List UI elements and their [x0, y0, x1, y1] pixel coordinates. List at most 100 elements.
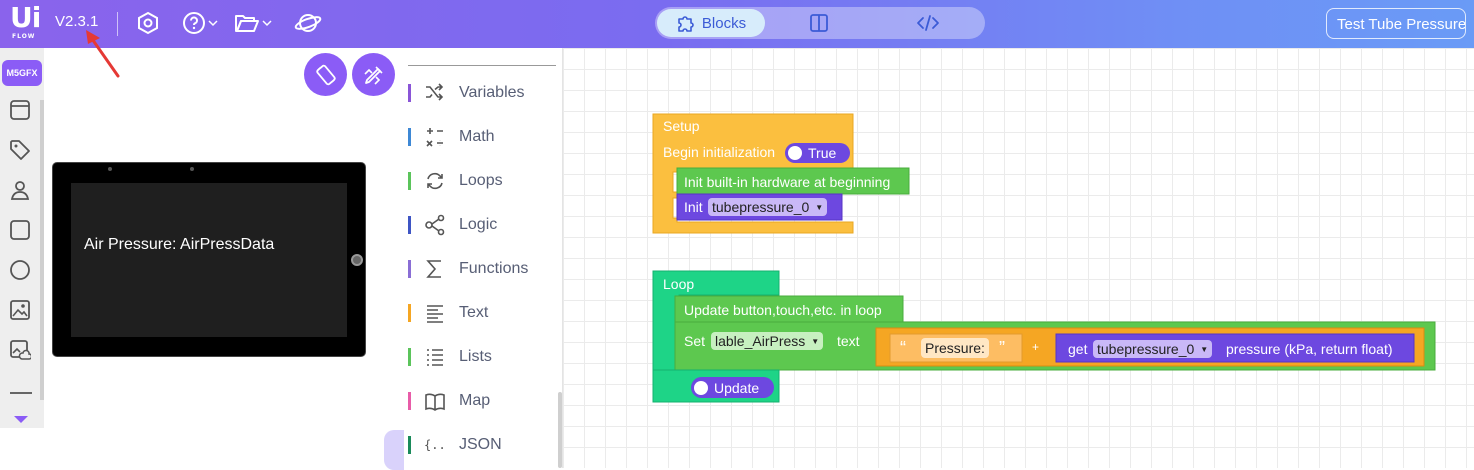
scroll-down-arrow-icon[interactable] — [14, 416, 28, 423]
init-hardware-label: Init built-in hardware at beginning — [684, 174, 891, 190]
category-color-bar — [408, 436, 411, 454]
list-icon — [423, 345, 447, 369]
category-variables[interactable]: Variables — [408, 78, 558, 108]
category-functions[interactable]: Functions — [408, 254, 558, 284]
category-text[interactable]: Text — [408, 298, 558, 328]
set-target-dropdown[interactable]: lable_AirPress ▼ — [711, 332, 824, 350]
toolbar-divider — [117, 12, 118, 36]
dropdown-caret-icon: ▼ — [815, 202, 824, 212]
category-label: Variables — [459, 84, 525, 101]
update-inputs-label: Update button,touch,etc. in loop — [684, 302, 882, 318]
category-color-bar — [408, 172, 411, 190]
category-loops[interactable]: Loops — [408, 166, 558, 196]
begin-init-toggle[interactable]: True — [785, 143, 850, 163]
air-pressure-label[interactable]: Air Pressure: AirPressData — [84, 236, 274, 254]
circle-icon — [10, 260, 30, 280]
collapse-panel-tab[interactable] — [384, 430, 404, 470]
chevron-down-icon — [208, 20, 218, 27]
top-bar: Ui FLOW V2.3.1 Blocks Test Tube Pressure — [0, 0, 1474, 78]
help-dropdown[interactable] — [182, 10, 218, 36]
logo-subtext: FLOW — [12, 33, 36, 40]
device-preview: Air Pressure: AirPressData — [52, 162, 366, 357]
update-toggle[interactable]: Update — [691, 377, 774, 398]
get-desc-label: pressure (kPa, return float) — [1226, 341, 1393, 357]
image-tool[interactable] — [8, 298, 32, 322]
open-folder-dropdown[interactable] — [234, 10, 272, 36]
device-camera — [108, 167, 112, 171]
device-button — [351, 254, 363, 266]
tab-blocks[interactable]: Blocks — [657, 9, 765, 37]
category-math[interactable]: Math — [408, 122, 558, 152]
blocks-canvas — [652, 113, 1436, 403]
uiflow-logo[interactable]: Ui FLOW — [10, 3, 46, 41]
image-cloud-tool[interactable] — [8, 338, 32, 362]
category-color-bar — [408, 392, 411, 410]
category-logic[interactable]: Logic — [408, 210, 558, 240]
plus-operator: + — [1032, 340, 1040, 354]
get-label: get — [1068, 341, 1088, 357]
device-screen[interactable]: Air Pressure: AirPressData — [71, 183, 347, 337]
settings-button[interactable] — [136, 10, 160, 36]
folder-icon — [235, 15, 259, 32]
block-category-panel: Variables Math Loops Logic Functions Text List… — [403, 48, 563, 468]
category-color-bar — [408, 260, 411, 278]
category-label: Lists — [459, 348, 492, 365]
blocks-workspace[interactable]: Setup Begin initialization True Init bui… — [563, 48, 1474, 468]
tab-blocks-label: Blocks — [701, 14, 747, 32]
rectangle-tool[interactable] — [8, 218, 32, 242]
loop-title: Loop — [663, 276, 695, 292]
tag-icon — [10, 140, 30, 160]
category-color-bar — [408, 304, 411, 322]
category-label: JSON — [459, 436, 502, 453]
chevron-down-icon — [262, 20, 272, 27]
puzzle-icon — [678, 16, 694, 32]
get-var-dropdown[interactable]: tubepressure_0 ▼ — [1093, 340, 1213, 358]
dropdown-caret-icon: ▼ — [811, 336, 820, 346]
category-label: Math — [459, 128, 495, 145]
category-lists[interactable]: Lists — [408, 342, 558, 372]
category-color-bar — [408, 216, 411, 234]
toggle-label: True — [808, 145, 837, 161]
category-color-bar — [408, 128, 411, 146]
begin-init-label: Begin initialization — [663, 144, 776, 160]
logic-icon — [423, 213, 447, 237]
edit-ui-button[interactable] — [352, 53, 395, 96]
category-map[interactable]: Map — [408, 386, 558, 416]
set-prop-label: text — [837, 333, 860, 349]
image-cloud-icon — [10, 340, 31, 360]
tab-code[interactable] — [875, 9, 981, 37]
window-tool[interactable] — [8, 98, 32, 122]
planet-button[interactable] — [294, 10, 322, 36]
init-var-dropdown[interactable]: tubepressure_0 ▼ — [708, 198, 828, 216]
quote-open-icon: “ — [900, 338, 906, 358]
category-color-bar — [408, 348, 411, 366]
hexagon-gear-icon — [138, 11, 158, 35]
rotate-screen-button[interactable] — [304, 53, 347, 96]
category-scrollbar[interactable] — [558, 392, 562, 468]
help-icon — [183, 12, 205, 34]
tool-divider — [10, 392, 32, 394]
json-icon: {..} — [423, 433, 447, 457]
image-icon — [10, 300, 30, 320]
category-color-bar — [408, 84, 411, 102]
toggle-knob — [788, 146, 802, 160]
label-tool[interactable] — [8, 138, 32, 162]
image-person-tool[interactable] — [8, 178, 32, 202]
tab-split-view[interactable] — [767, 9, 871, 37]
m5gfx-badge[interactable]: M5GFX — [2, 60, 42, 86]
dropdown-caret-icon: ▼ — [1200, 344, 1209, 354]
math-icon — [423, 125, 447, 149]
set-target-value: lable_AirPress — [715, 333, 806, 349]
planet-icon — [294, 14, 322, 32]
circle-tool[interactable] — [8, 258, 32, 282]
string-value: Pressure: — [925, 340, 985, 356]
view-switcher: Blocks — [655, 7, 985, 39]
project-name-field[interactable]: Test Tube Pressure — [1326, 8, 1466, 39]
sigma-icon — [423, 257, 447, 281]
split-view-icon — [810, 14, 828, 32]
category-json[interactable]: {..} JSON — [408, 430, 558, 460]
string-input[interactable]: Pressure: — [921, 338, 989, 358]
toolbar-scrollbar[interactable] — [40, 100, 44, 400]
toggle-knob — [694, 380, 708, 395]
init-var-value: tubepressure_0 — [712, 199, 810, 215]
